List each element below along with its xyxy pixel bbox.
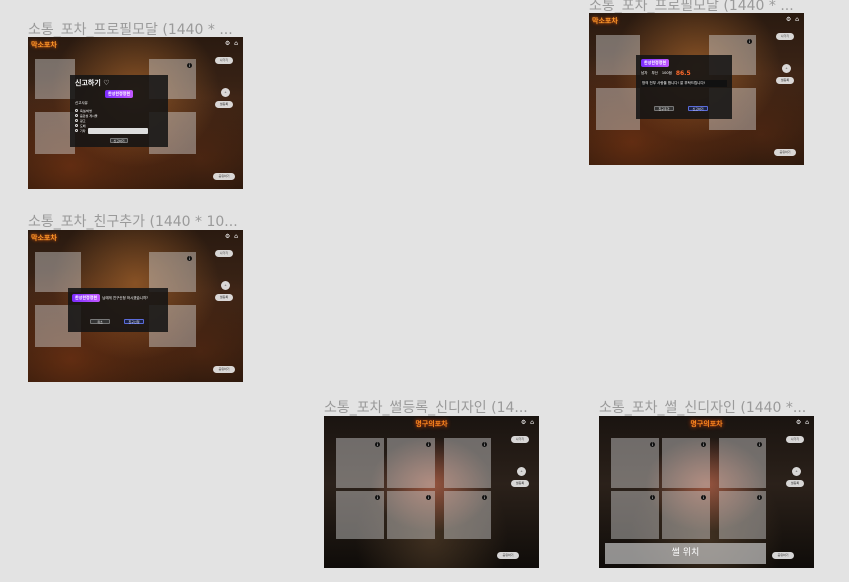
report-modal: 신고하기 ♡ 한성한정정현 신고사유 욕설/비방 음란성 게시물 광고 도배 기…: [70, 75, 168, 147]
top-icons[interactable]: ⚙ ⌂: [521, 419, 535, 426]
add-friend-modal: 한성한정정현 님에게 친구신청 하시겠습니까? 취소 친구신청: [68, 288, 168, 332]
exit-button[interactable]: 나가기: [215, 250, 233, 257]
info-icon[interactable]: i: [187, 256, 192, 261]
seat-card[interactable]: i: [719, 438, 766, 488]
reported-user: 한성한정정현: [104, 90, 134, 98]
exit-button[interactable]: 나가기: [215, 57, 233, 64]
app-logo: 막소포차: [31, 234, 57, 242]
info-icon[interactable]: i: [375, 495, 380, 500]
pocha-sign: 명구의포차: [690, 420, 723, 428]
frame-profile-report: 막소포차 ⚙ ⌂ i 나가기 + 썰등록 공유하기 신고하기 ♡ 한성한정정현 …: [28, 37, 243, 189]
ssul-register-button[interactable]: 썰등록: [215, 101, 233, 108]
profile-user: 한성한정정현: [641, 59, 670, 67]
share-button[interactable]: 공유하기: [774, 149, 796, 156]
exit-button[interactable]: 나가기: [776, 33, 794, 40]
top-icons[interactable]: ⚙ ⌂: [225, 40, 239, 47]
info-icon[interactable]: i: [701, 442, 706, 447]
info-icon[interactable]: i: [701, 495, 706, 500]
add-button[interactable]: +: [782, 64, 791, 73]
add-button[interactable]: +: [792, 467, 801, 476]
frame-ssul: 명구의포차 ⚙ ⌂ i i i i i i 나가기 + 썰등록 공유하기 썰 위…: [599, 416, 814, 568]
exit-button[interactable]: 나가기: [786, 436, 804, 443]
app-logo: 막소포차: [31, 41, 57, 49]
report-option[interactable]: 기타: [75, 127, 163, 134]
seat-card[interactable]: i: [611, 491, 659, 539]
frame-title-ssul-register: 소통_포차_썰등록_신디자인 (14...: [324, 400, 528, 416]
report-section-label: 신고사유: [75, 101, 88, 105]
add-button[interactable]: +: [221, 88, 230, 97]
frame-title-ssul: 소통_포차_썰_신디자인 (1440 *...: [599, 400, 807, 416]
info-icon[interactable]: i: [757, 495, 762, 500]
frame-ssul-register: 명구의포차 ⚙ ⌂ i i i i i i 나가기 + 썰등록 공유하기: [324, 416, 539, 568]
report-reason-input[interactable]: [87, 127, 148, 134]
seat-card[interactable]: [35, 59, 75, 99]
share-button[interactable]: 공유하기: [772, 552, 794, 559]
seat-card[interactable]: [35, 112, 75, 154]
cancel-button[interactable]: 취소: [90, 319, 110, 324]
frame-add-friend: 막소포차 ⚙ ⌂ i 나가기 + 썰등록 공유하기 한성한정정현 님에게 친구신…: [28, 230, 243, 382]
friend-request-text: 한성한정정현 님에게 친구신청 하시겠습니까?: [72, 294, 164, 302]
ssul-location-bar[interactable]: 썰 위치: [605, 543, 766, 564]
info-icon[interactable]: i: [482, 495, 487, 500]
add-friend-button[interactable]: 친구추가: [654, 106, 674, 111]
share-button[interactable]: 공유하기: [213, 366, 235, 373]
share-button[interactable]: 공유하기: [497, 552, 519, 559]
seat-card[interactable]: i: [611, 438, 659, 488]
info-icon[interactable]: i: [426, 442, 431, 447]
seat-card[interactable]: i: [336, 491, 384, 539]
profile-modal: 한성한정정현 남자 부산 100점 86.5 방의 전부 사랑을 합니다! 잘 …: [636, 55, 732, 119]
pocha-sign: 명구의포차: [415, 420, 448, 428]
report-title: 신고하기 ♡: [75, 79, 110, 87]
friend-request-button[interactable]: 친구신청: [124, 319, 144, 324]
seat-card[interactable]: [596, 35, 640, 75]
profile-score: 86.5: [675, 70, 691, 77]
radio-icon[interactable]: [75, 114, 78, 117]
radio-icon[interactable]: [75, 119, 78, 122]
report-submit-button[interactable]: 신고하기: [110, 138, 128, 143]
profile-stats: 남자 부산 100점 86.5: [641, 70, 691, 77]
radio-icon[interactable]: [75, 109, 78, 112]
ssul-register-button[interactable]: 썰등록: [215, 294, 233, 301]
seat-card[interactable]: i: [387, 438, 435, 488]
share-button[interactable]: 공유하기: [213, 173, 235, 180]
info-icon[interactable]: i: [650, 442, 655, 447]
info-icon[interactable]: i: [426, 495, 431, 500]
seat-card[interactable]: i: [662, 438, 710, 488]
profile-message: 방의 전부 사랑을 합니다! 잘 부탁드립니다!: [641, 80, 727, 87]
app-logo: 막소포차: [592, 17, 618, 25]
info-icon[interactable]: i: [757, 442, 762, 447]
ssul-register-button[interactable]: 썰등록: [511, 480, 529, 487]
seat-card[interactable]: i: [336, 438, 384, 488]
ssul-register-button[interactable]: 썰등록: [786, 480, 804, 487]
seat-card[interactable]: i: [662, 491, 710, 539]
info-icon[interactable]: i: [747, 39, 752, 44]
seat-card[interactable]: i: [719, 491, 766, 539]
top-icons[interactable]: ⚙ ⌂: [796, 419, 810, 426]
info-icon[interactable]: i: [187, 63, 192, 68]
info-icon[interactable]: i: [375, 442, 380, 447]
add-button[interactable]: +: [221, 281, 230, 290]
frame-profile-modal: 막소포차 ⚙ ⌂ i 나가기 + 썰등록 공유하기 한성한정정현 남자 부산 1…: [589, 13, 804, 165]
seat-card[interactable]: i: [149, 252, 196, 292]
info-icon[interactable]: i: [482, 442, 487, 447]
friend-user: 한성한정정현: [72, 294, 101, 302]
frame-title-profile-report: 소통_포차_프로필모달 (1440 * ...: [28, 22, 233, 38]
top-icons[interactable]: ⚙ ⌂: [786, 16, 800, 23]
seat-card[interactable]: i: [444, 438, 491, 488]
info-icon[interactable]: i: [650, 495, 655, 500]
radio-icon[interactable]: [75, 124, 78, 127]
ssul-register-button[interactable]: 썰등록: [776, 77, 794, 84]
report-button[interactable]: 신고하기: [688, 106, 708, 111]
frame-title-add-friend: 소통_포차_친구추가 (1440 * 10...: [28, 214, 238, 230]
seat-card[interactable]: i: [387, 491, 435, 539]
radio-icon[interactable]: [75, 129, 78, 132]
seat-card[interactable]: [35, 252, 81, 292]
seat-card[interactable]: i: [444, 491, 491, 539]
seat-card[interactable]: [596, 88, 640, 130]
exit-button[interactable]: 나가기: [511, 436, 529, 443]
top-icons[interactable]: ⚙ ⌂: [225, 233, 239, 240]
add-button[interactable]: +: [517, 467, 526, 476]
